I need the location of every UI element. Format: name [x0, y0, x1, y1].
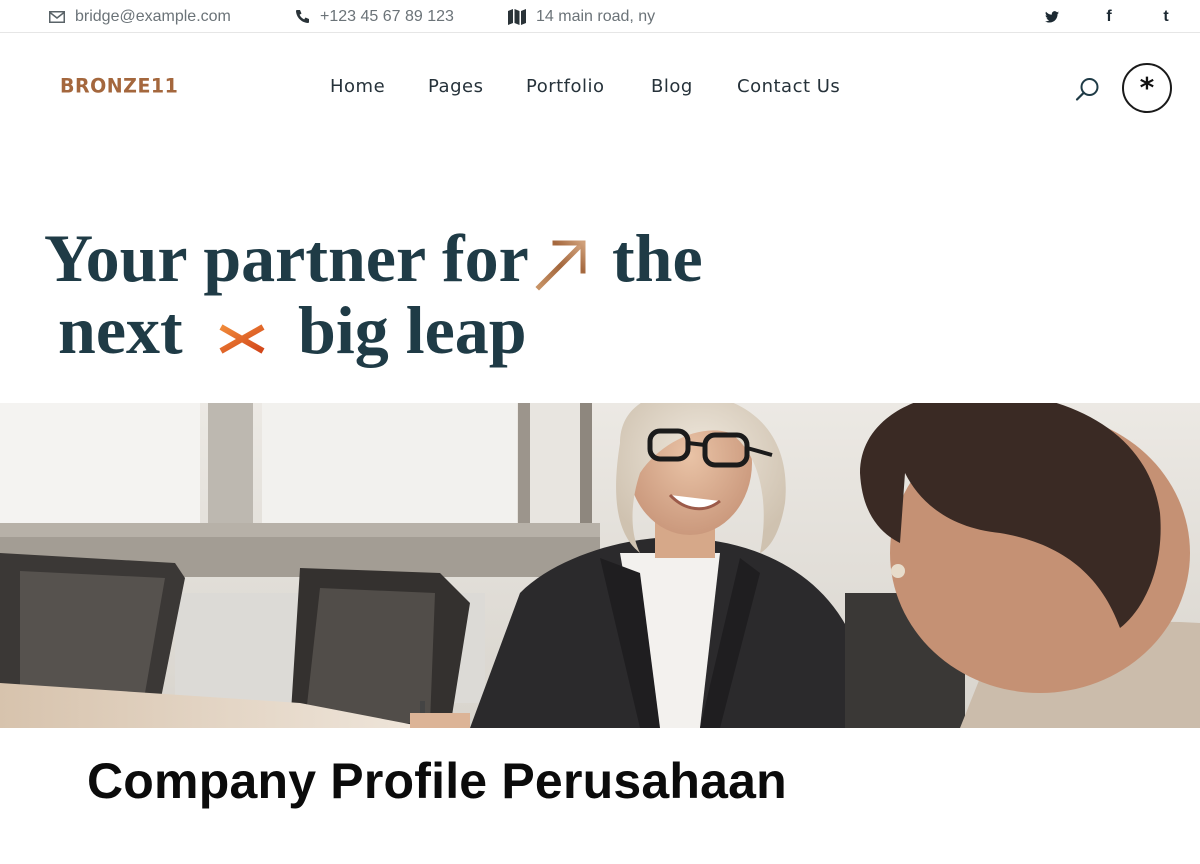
nav-contact-us[interactable]: Contact Us: [737, 76, 840, 97]
asterisk-menu-icon: *: [1139, 71, 1155, 104]
hero-line2-text-a: next: [58, 292, 183, 368]
tumblr-icon[interactable]: t: [1156, 0, 1176, 33]
contact-address[interactable]: 14 main road, ny: [508, 0, 655, 33]
nav-portfolio[interactable]: Portfolio: [526, 76, 605, 97]
nav-home[interactable]: Home: [330, 76, 385, 97]
twitter-icon[interactable]: [1042, 0, 1062, 33]
address-text: 14 main road, ny: [536, 7, 656, 25]
search-icon[interactable]: [1074, 76, 1102, 104]
tumblr-glyph: t: [1163, 7, 1169, 25]
nav-blog[interactable]: Blog: [651, 76, 693, 97]
email-text: bridge@example.com: [75, 7, 231, 25]
contact-phone[interactable]: +123 45 67 89 123: [295, 0, 454, 33]
top-bar: bridge@example.com +123 45 67 89 123 14 …: [0, 0, 1200, 33]
hero-line1-text-b: the: [612, 220, 703, 296]
contact-email[interactable]: bridge@example.com: [49, 0, 231, 33]
menu-button[interactable]: *: [1122, 63, 1172, 113]
site-logo[interactable]: BRONZE11: [60, 74, 178, 97]
nav-pages[interactable]: Pages: [428, 76, 483, 97]
page-caption: Company Profile Perusahaan: [87, 753, 787, 809]
asterisk-icon: [216, 306, 268, 362]
map-icon: [508, 8, 526, 25]
hero-photo: [0, 403, 1200, 728]
envelope-icon: [49, 10, 65, 23]
phone-icon: [295, 9, 310, 24]
arrow-up-right-icon: [535, 232, 591, 291]
facebook-icon[interactable]: f: [1099, 0, 1119, 33]
facebook-glyph: f: [1106, 7, 1112, 25]
hero-line2-text-b: big leap: [298, 292, 527, 368]
phone-text: +123 45 67 89 123: [320, 7, 454, 25]
hero-line1-text-a: Your partner for: [44, 220, 529, 296]
